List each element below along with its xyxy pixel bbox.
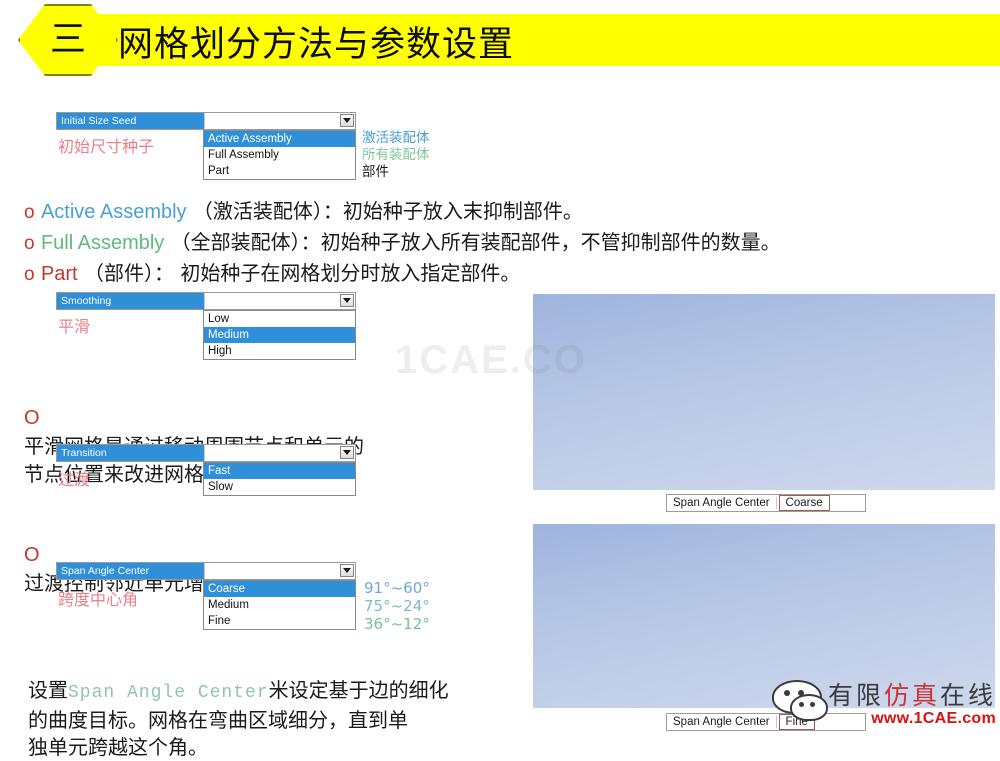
brand-watermark: 有限仿真在线 www.1CAE.com [771,676,996,728]
slide-root: 三 网格划分方法与参数设置 Initial Size Seed Active A… [0,0,1000,759]
bullet-marker: o [24,233,35,254]
bullet-active-assembly: o Active Assembly （激活装配体）：初始种子放入末抑制部件。 [24,195,583,224]
span-angle-center-widget[interactable]: Span Angle Center [56,562,356,580]
paragraph-code: Span Angle Center [68,683,269,703]
option-high[interactable]: High [204,343,355,359]
initial-size-seed-cn-label: 初始尺寸种子 [58,137,155,156]
span-angle-center-cn-label: 跨度中心角 [58,590,139,609]
smoothing-cn-label: 平滑 [58,317,91,336]
paragraph-marker: O [24,407,40,429]
span-angle-center-field[interactable] [204,563,355,579]
chevron-down-icon[interactable] [340,446,354,459]
bullet-text: （激活装配体）：初始种子放入末抑制部件。 [192,199,583,223]
option-active-assembly[interactable]: Active Assembly [204,131,355,147]
span-angle-center-options[interactable]: Coarse Medium Fine [203,580,356,630]
transition-field[interactable] [204,445,355,461]
annotation-part: 部件 [362,164,389,180]
smoothing-options[interactable]: Low Medium High [203,310,356,360]
option-low[interactable]: Low [204,311,355,327]
option-fast[interactable]: Fast [204,463,355,479]
annotation-full-assembly: 所有装配体 [362,147,430,163]
option-slow[interactable]: Slow [204,479,355,495]
bullet-text: （部件）： 初始种子在网格划分时放入指定部件。 [83,261,521,285]
angle-range-medium: 75°~24° [364,597,430,615]
transition-options[interactable]: Fast Slow [203,462,356,496]
chevron-down-icon[interactable] [340,114,354,127]
bullet-marker: o [24,202,35,223]
brand-prefix: 有限 [827,681,884,710]
chevron-down-icon[interactable] [340,564,354,577]
bullet-term: Active Assembly [40,201,187,223]
bullet-term: Full Assembly [40,232,165,254]
annotation-active-assembly: 激活装配体 [362,130,430,146]
transition-cn-label: 过渡 [58,470,91,489]
initial-size-seed-label: Initial Size Seed [57,113,204,129]
caption-key: Span Angle Center [667,497,777,509]
span-angle-note: 设置Span Angle Center米设定基于边的细化 的曲度目标。网格在弯曲… [28,650,498,761]
bullet-term: Part [40,263,78,285]
bullet-full-assembly: o Full Assembly （全部装配体）：初始种子放入所有装配部件，不管抑… [24,226,781,255]
paragraph-prefix: 设置 [28,678,68,702]
brand-url: www.1CAE.com [871,710,996,727]
paragraph-marker: O [24,544,40,566]
brand-highlight: 仿真 [883,681,940,710]
initial-size-seed-widget[interactable]: Initial Size Seed [56,112,356,130]
option-part[interactable]: Part [204,163,355,179]
initial-size-seed-options[interactable]: Active Assembly Full Assembly Part [203,130,356,180]
smoothing-widget[interactable]: Smoothing [56,292,356,310]
angle-range-coarse: 91°~60° [364,579,430,597]
option-medium[interactable]: Medium [204,327,355,343]
center-watermark: 1CAE.CO [395,338,587,382]
brand-name: 有限仿真在线 [828,676,996,712]
figure-coarse [533,294,995,490]
smoothing-field[interactable] [204,293,355,309]
caption-key: Span Angle Center [667,716,777,728]
initial-size-seed-field[interactable] [204,113,355,129]
bullet-marker: o [24,264,35,285]
caption-value: Coarse [778,495,830,511]
transition-widget[interactable]: Transition [56,444,356,462]
brand-suffix: 在线 [939,681,996,710]
option-fine[interactable]: Fine [204,613,355,629]
figure-background [533,294,995,490]
option-medium[interactable]: Medium [204,597,355,613]
option-coarse[interactable]: Coarse [204,581,355,597]
chevron-down-icon[interactable] [340,294,354,307]
bullet-text: （全部装配体）：初始种子放入所有装配部件，不管抑制部件的数量。 [170,230,781,254]
span-angle-center-label: Span Angle Center [57,563,204,579]
smoothing-label: Smoothing [57,293,204,309]
page-title: 网格划分方法与参数设置 [118,25,515,65]
figure-coarse-caption: Span Angle Center Coarse [666,494,866,512]
option-full-assembly[interactable]: Full Assembly [204,147,355,163]
wechat-icon-secondary [789,694,828,721]
transition-label: Transition [57,445,204,461]
angle-range-fine: 36°~12° [364,615,430,633]
bullet-part: o Part （部件）： 初始种子在网格划分时放入指定部件。 [24,257,520,286]
